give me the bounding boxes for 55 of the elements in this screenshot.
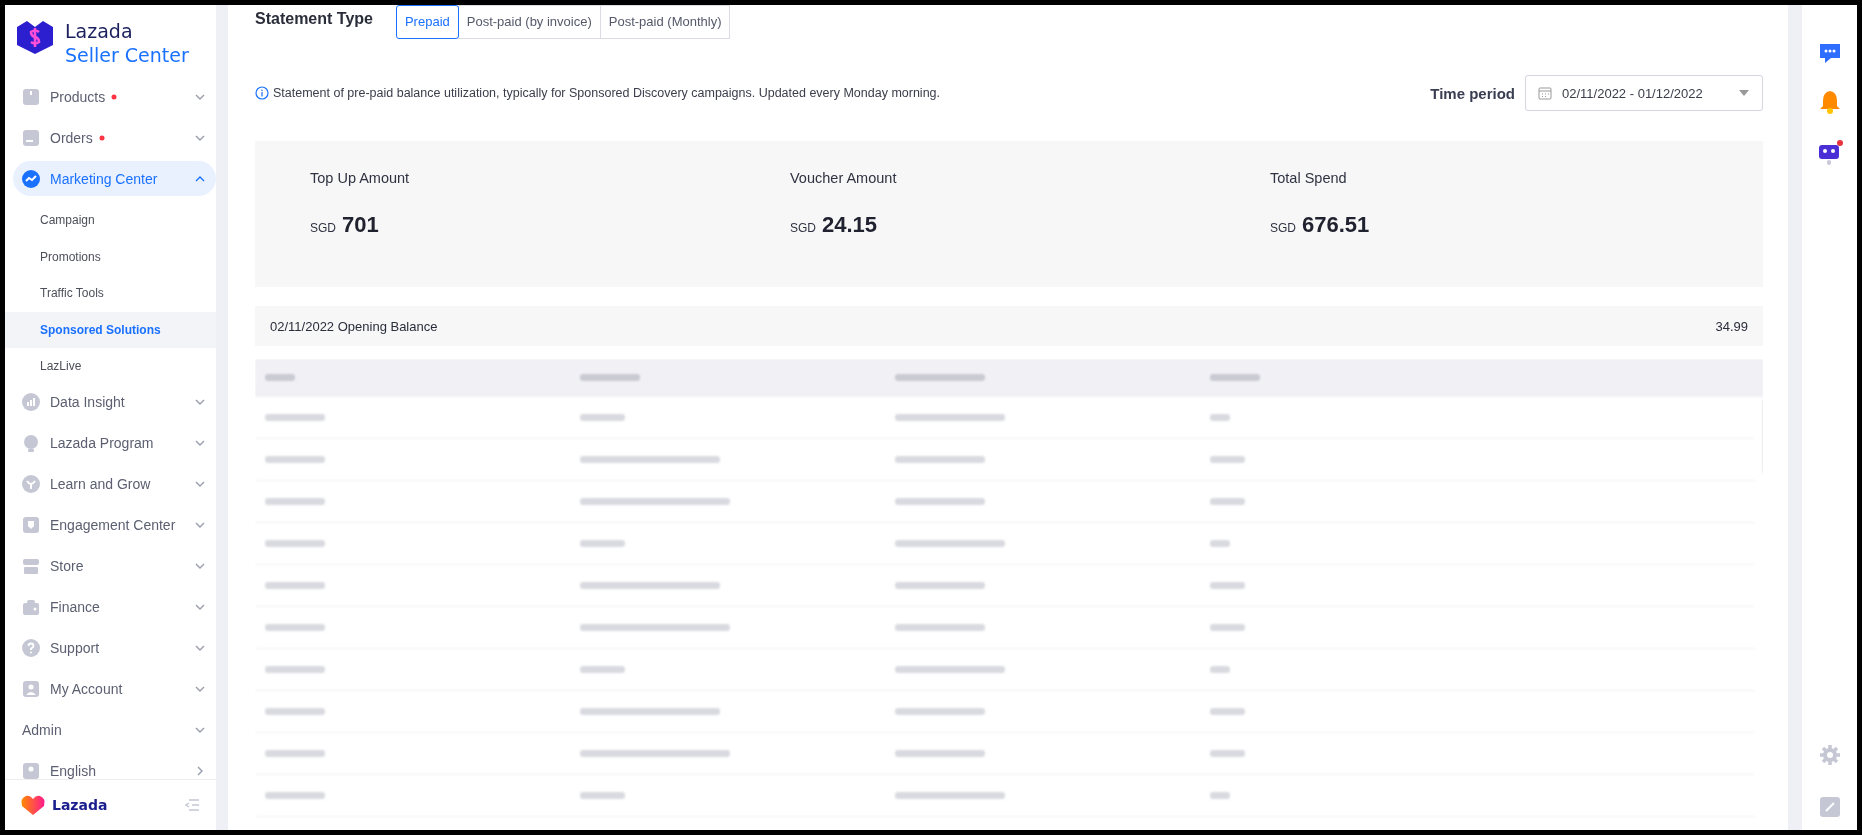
calendar-icon xyxy=(1538,86,1552,100)
trend-icon xyxy=(22,169,40,188)
stat-value: 701 xyxy=(342,212,379,238)
brand-name: Lazada xyxy=(65,19,134,43)
section-label: Statement Type xyxy=(255,9,373,28)
currency-label: SGD xyxy=(310,221,336,235)
statement-tab[interactable]: Post-paid (by invoice) xyxy=(457,5,601,39)
sidebar-subitem[interactable]: Promotions xyxy=(5,238,216,275)
stat-label: Total Spend xyxy=(1270,170,1348,186)
stat-value: 676.51 xyxy=(1302,212,1370,238)
sidebar-subitem[interactable]: Sponsored Solutions xyxy=(5,311,216,348)
sidebar-item[interactable]: Data Insight xyxy=(13,384,216,420)
wallet-icon xyxy=(22,598,40,616)
sidebar-item[interactable]: Support xyxy=(13,630,216,666)
chart-icon xyxy=(22,393,40,411)
sidebar-item[interactable]: Marketing Center xyxy=(13,161,216,196)
language-item[interactable]: English xyxy=(13,753,216,779)
stat-label: Top Up Amount xyxy=(310,170,411,186)
currency-label: SGD xyxy=(1270,221,1296,235)
sidebar-item[interactable]: Products xyxy=(13,79,216,114)
list-icon xyxy=(22,128,40,147)
sidebar-item[interactable]: Lazada Program xyxy=(13,425,216,461)
store-icon xyxy=(22,557,40,575)
date-range-field[interactable]: 02/11/2022 - 01/12/2022 xyxy=(1525,75,1763,111)
currency-label: SGD xyxy=(790,221,816,235)
shopping-bag-logo-icon xyxy=(15,19,55,55)
sidebar-item[interactable]: My Account xyxy=(13,671,216,707)
stat-value: 24.15 xyxy=(822,212,878,238)
sidebar-item[interactable]: Orders xyxy=(13,120,216,155)
balance-value: 34.99 xyxy=(1715,318,1748,334)
dropdown-caret-icon xyxy=(1738,89,1750,97)
question-icon xyxy=(22,639,40,657)
sidebar-item[interactable]: Store xyxy=(13,548,216,584)
sidebar-subitem[interactable]: Traffic Tools xyxy=(5,275,216,312)
statement-tab[interactable]: Post-paid (Monthly) xyxy=(599,5,731,39)
edit-icon xyxy=(1818,796,1841,818)
info-text: Statement of pre-paid balance utilization, typically for Sponsored Discovery campaigns. Updated every Monday morning. xyxy=(273,86,940,100)
box-icon xyxy=(22,87,40,106)
sidebar-item[interactable]: Learn and Grow xyxy=(13,466,216,502)
brand-subtitle: Seller Center xyxy=(65,43,189,67)
info-icon xyxy=(255,86,269,100)
sidebar-subitem[interactable]: Campaign xyxy=(5,202,216,239)
heart-logo-icon xyxy=(20,794,46,816)
brand-name: Lazada xyxy=(52,797,108,813)
sidebar-subitem[interactable]: LazLive xyxy=(5,348,216,385)
settings-icon xyxy=(1818,744,1841,766)
sidebar-item[interactable]: Finance xyxy=(13,589,216,625)
sidebar-item[interactable]: Engagement Center xyxy=(13,507,216,543)
stat-label: Voucher Amount xyxy=(790,170,898,186)
sprout-icon xyxy=(22,475,40,493)
field-label: Time period xyxy=(1430,84,1515,102)
statement-tab[interactable]: Prepaid xyxy=(395,5,459,39)
collapse-menu-icon xyxy=(184,798,200,812)
balance-label: 02/11/2022 Opening Balance xyxy=(270,318,438,334)
sidebar-section[interactable]: Admin xyxy=(13,712,216,748)
